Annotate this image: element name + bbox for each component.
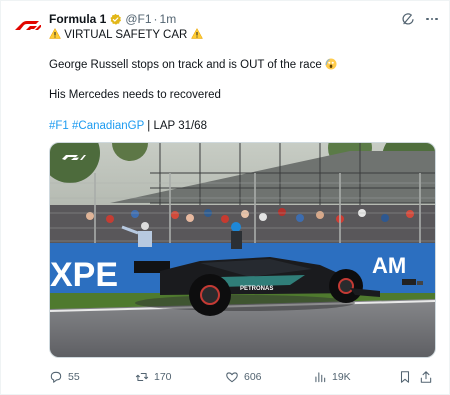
- repost-icon: [135, 372, 149, 382]
- russell-text: George Russell stops on track and is OUT…: [49, 59, 322, 71]
- verified-badge-icon: [110, 13, 122, 25]
- hashtag-f1[interactable]: #F1: [49, 120, 69, 132]
- banner-text-right: AM: [372, 253, 406, 278]
- repost-button[interactable]: 170: [135, 369, 172, 385]
- driver-figure: [231, 222, 242, 249]
- bookmark-button[interactable]: [398, 369, 417, 385]
- views-button[interactable]: 19K: [313, 369, 351, 385]
- tweet-line-russell: George Russell stops on track and is OUT…: [49, 58, 337, 72]
- banner-text-left: XPE: [50, 256, 118, 294]
- header-separator: ·: [153, 12, 158, 26]
- warning-icon: [190, 28, 203, 39]
- more-icon[interactable]: [424, 11, 440, 27]
- car-sponsor-text: PETRONAS: [240, 286, 273, 292]
- grok-icon[interactable]: [400, 11, 416, 27]
- spectators: [50, 205, 435, 243]
- tweet-time[interactable]: 1m: [160, 12, 177, 26]
- views-count: 19K: [332, 371, 351, 383]
- tweet-line-mercedes: His Mercedes needs to recovered: [49, 89, 221, 101]
- f1-logo-icon[interactable]: [13, 11, 41, 39]
- account-handle[interactable]: @F1: [125, 12, 151, 26]
- account-name[interactable]: Formula 1: [49, 12, 106, 26]
- reply-icon: [50, 371, 62, 383]
- warning-icon: [49, 28, 61, 39]
- like-button[interactable]: 606: [225, 369, 262, 385]
- like-count: 606: [244, 371, 262, 383]
- like-icon: [226, 372, 238, 383]
- share-button[interactable]: [419, 369, 438, 385]
- headline-text: VIRTUAL SAFETY CAR: [64, 29, 188, 41]
- tweet-line-headline: VIRTUAL SAFETY CAR: [49, 28, 203, 42]
- scream-emoji-icon: [325, 58, 337, 70]
- reply-count: 55: [68, 371, 80, 383]
- share-icon: [420, 371, 432, 383]
- repost-count: 170: [154, 371, 172, 383]
- tweet-line-tags: #F1 #CanadianGP | LAP 31/68: [49, 119, 207, 133]
- views-icon: [315, 372, 326, 383]
- reply-button[interactable]: 55: [49, 369, 80, 385]
- tweet-photo[interactable]: XPE AM PETRONAS: [49, 142, 436, 358]
- bookmark-icon: [400, 371, 410, 383]
- hashtag-canadiangp[interactable]: #CanadianGP: [72, 120, 144, 132]
- tweet-actions: 55 170 606 19K: [49, 369, 441, 385]
- tweet-card[interactable]: Formula 1 @F1 · 1m VIRTUAL SAFETY CAR Ge…: [0, 0, 450, 395]
- tweet-header: Formula 1 @F1 · 1m: [49, 11, 176, 27]
- lap-text: | LAP 31/68: [147, 120, 207, 132]
